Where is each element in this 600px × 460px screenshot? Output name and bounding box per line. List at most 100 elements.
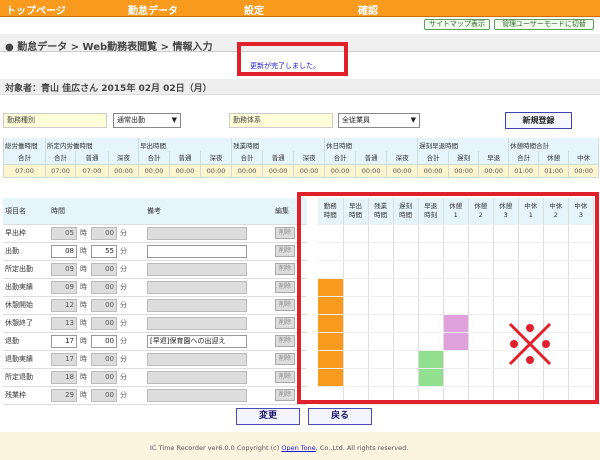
delete-button[interactable]: 削除 — [275, 389, 295, 401]
breadcrumb: ● 勤怠データ > Web勤務表閲覧 > 情報入力 — [5, 42, 213, 53]
note-cell — [145, 386, 273, 405]
hour-input: 17 — [51, 352, 77, 366]
time-cell: 09 時 00 分 — [49, 278, 145, 297]
note-input — [147, 352, 247, 366]
note-input — [147, 280, 247, 294]
hour-input: 09 — [51, 280, 77, 294]
minute-unit: 分 — [120, 247, 127, 255]
note-cell: [早退]保育園への出迎え — [145, 332, 273, 351]
note-input — [147, 226, 247, 240]
header-note: 備考 — [145, 198, 273, 225]
summary-value: 01:00 — [538, 163, 570, 178]
nav-confirm[interactable]: 確認 — [358, 2, 378, 17]
hour-unit: 時 — [80, 283, 87, 291]
note-cell — [145, 296, 273, 315]
delete-button[interactable]: 削除 — [275, 281, 295, 293]
note-cell — [145, 242, 273, 261]
work-type-select[interactable]: 通常出勤 ▼ — [113, 113, 181, 128]
summary-subheader: 合計 — [324, 151, 357, 165]
work-system-select[interactable]: 全従業員 ▼ — [338, 113, 420, 128]
summary-subheader: 普通 — [75, 151, 109, 165]
summary-group-early: 早出時間 — [138, 138, 233, 151]
summary-value: 00:00 — [478, 163, 510, 178]
hour-input: 18 — [51, 370, 77, 384]
table-row: 休憩終了 13 時 00 分 削除 — [3, 314, 307, 333]
note-input — [147, 316, 247, 330]
hour-unit: 時 — [80, 301, 87, 309]
note-input — [147, 298, 247, 312]
summary-value: 00:00 — [293, 163, 326, 178]
hour-unit: 時 — [80, 391, 87, 399]
time-cell: 08 時 55 分 — [49, 242, 145, 261]
summary-value: 00:00 — [417, 163, 450, 178]
nav-attendance-data[interactable]: 勤怠データ — [128, 2, 178, 17]
top-nav-bar — [0, 0, 600, 17]
minute-input[interactable]: 00 — [91, 334, 117, 348]
minute-input[interactable]: 55 — [91, 244, 117, 258]
back-button[interactable]: 戻る — [308, 408, 372, 425]
minute-input: 00 — [91, 388, 117, 402]
summary-value: 00:00 — [262, 163, 295, 178]
hour-unit: 時 — [80, 337, 87, 345]
summary-subheader: 休憩 — [538, 151, 570, 165]
delete-button[interactable]: 削除 — [275, 245, 295, 257]
minute-unit: 分 — [120, 337, 127, 345]
summary-value: 00:00 — [448, 163, 480, 178]
summary-value: 00:00 — [138, 163, 171, 178]
time-cell: 18 時 00 分 — [49, 368, 145, 387]
hour-unit: 時 — [80, 247, 87, 255]
header-item-name: 項目名 — [3, 198, 49, 225]
time-entry-table: 項目名 時間 備考 編集 早出枠 05 時 00 分削除 出勤 08 時 55 分削除 所定出勤 09… — [3, 198, 307, 405]
delete-button[interactable]: 削除 — [275, 263, 295, 275]
delete-button[interactable]: 削除 — [275, 317, 295, 329]
nav-settings[interactable]: 設定 — [244, 2, 264, 17]
delete-button[interactable]: 削除 — [275, 227, 295, 239]
open-tone-link[interactable]: Open Tone — [281, 444, 315, 452]
admin-mode-button[interactable]: 管理ユーザーモードに切替 — [494, 19, 594, 30]
target-person: 対象者：青山 佳広さん 2015年 02月 02日（月） — [5, 84, 212, 94]
summary-value: 00:00 — [200, 163, 233, 178]
item-name: 残業枠 — [3, 386, 49, 405]
sitemap-button[interactable]: サイトマップ表示 — [424, 19, 490, 30]
minute-unit: 分 — [120, 373, 127, 381]
hour-input[interactable]: 17 — [51, 334, 77, 348]
note-input[interactable]: [早退]保育園への出迎え — [147, 334, 247, 348]
note-input[interactable] — [147, 244, 247, 258]
delete-button[interactable]: 削除 — [275, 335, 295, 347]
time-cell: 12 時 00 分 — [49, 296, 145, 315]
hour-unit: 時 — [80, 373, 87, 381]
summary-subheader: 中休 — [568, 151, 600, 165]
summary-group-late-early: 遅刻早退時間 — [417, 138, 510, 151]
new-register-button[interactable]: 新規登録 — [505, 112, 572, 129]
table-row: 所定出勤 09 時 00 分 削除 — [3, 260, 307, 279]
summary-value: 00:00 — [231, 163, 264, 178]
table-row: 残業枠 29 時 00 分 削除 — [3, 386, 307, 405]
summary-group-total: 総労働時間 — [3, 138, 46, 151]
delete-button[interactable]: 削除 — [275, 299, 295, 311]
minute-unit: 分 — [120, 301, 127, 309]
hour-input: 05 — [51, 226, 77, 240]
minute-unit: 分 — [120, 265, 127, 273]
table-row: 早出枠 05 時 00 分 削除 — [3, 224, 307, 243]
minute-input: 00 — [91, 298, 117, 312]
delete-button[interactable]: 削除 — [275, 371, 295, 383]
summary-subheader: 合計 — [138, 151, 171, 165]
time-cell: 05 時 00 分 — [49, 224, 145, 243]
header-time: 時間 — [49, 198, 145, 225]
change-button[interactable]: 変更 — [236, 408, 300, 425]
work-system-label: 勤務体系 — [229, 113, 333, 128]
summary-subheader: 合計 — [231, 151, 264, 165]
minute-unit: 分 — [120, 319, 127, 327]
summary-value: 07:00 — [45, 163, 76, 178]
minute-input: 00 — [91, 370, 117, 384]
summary-value: 00:00 — [568, 163, 600, 178]
highlight-box-grid — [297, 192, 599, 404]
hour-input: 29 — [51, 388, 77, 402]
summary-group-overtime: 残業時間 — [231, 138, 326, 151]
nav-top-page[interactable]: トップページ — [6, 2, 66, 17]
hour-input[interactable]: 08 — [51, 244, 77, 258]
item-name: 出勤実績 — [3, 278, 49, 297]
update-complete-message: 更新が完了しました。 — [250, 62, 320, 70]
delete-button[interactable]: 削除 — [275, 353, 295, 365]
summary-value: 00:00 — [169, 163, 202, 178]
